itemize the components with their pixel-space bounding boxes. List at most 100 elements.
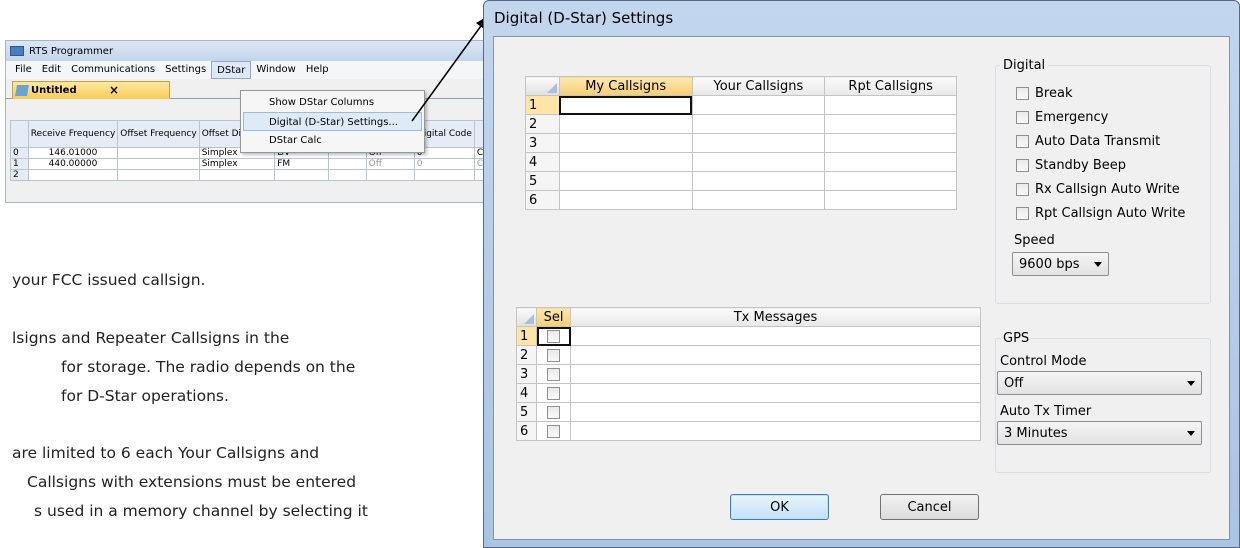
col-sel[interactable]: Sel bbox=[536, 307, 571, 327]
table-row[interactable]: 2 bbox=[525, 114, 957, 134]
rpt-callsign-auto-write-checkbox[interactable] bbox=[1016, 206, 1029, 220]
auto-tx-timer-select[interactable]: 3 Minutes bbox=[997, 421, 1202, 445]
rpt-callsign-cell[interactable] bbox=[824, 152, 957, 172]
row-header[interactable]: 6 bbox=[525, 190, 560, 210]
cell[interactable] bbox=[328, 169, 367, 181]
my-callsign-cell[interactable] bbox=[558, 133, 693, 153]
cell[interactable] bbox=[117, 169, 200, 181]
close-icon[interactable]: × bbox=[109, 83, 119, 97]
cell[interactable] bbox=[198, 169, 276, 181]
row-header[interactable]: 1 bbox=[10, 158, 29, 170]
grid-corner[interactable] bbox=[10, 120, 29, 148]
sel-checkbox[interactable] bbox=[547, 405, 560, 419]
rpt-callsign-cell[interactable] bbox=[824, 114, 957, 134]
col-my-callsigns[interactable]: My Callsigns bbox=[558, 76, 693, 96]
menu-window[interactable]: Window bbox=[251, 61, 300, 79]
control-mode-select[interactable]: Off bbox=[997, 371, 1202, 395]
tx-message-cell[interactable] bbox=[570, 364, 981, 384]
emergency-checkbox[interactable] bbox=[1016, 110, 1029, 124]
menu-help[interactable]: Help bbox=[301, 61, 334, 79]
col-tx-messages[interactable]: Tx Messages bbox=[570, 307, 981, 327]
cell[interactable]: 0 bbox=[413, 158, 475, 170]
cell[interactable]: 440.00000 bbox=[27, 158, 119, 170]
rx-callsign-auto-write-option[interactable]: Rx Callsign Auto Write bbox=[1010, 177, 1210, 201]
menu-item-digital-settings[interactable]: Digital (D-Star) Settings... bbox=[243, 112, 422, 131]
row-header[interactable]: 0 bbox=[10, 147, 29, 159]
speed-select[interactable]: 9600 bps bbox=[1012, 252, 1109, 276]
cell[interactable] bbox=[117, 158, 200, 170]
grid-corner[interactable] bbox=[516, 307, 537, 327]
sel-checkbox[interactable] bbox=[547, 386, 560, 400]
ok-button[interactable]: OK bbox=[730, 494, 829, 520]
grid-corner[interactable] bbox=[525, 76, 560, 96]
my-callsign-cell[interactable] bbox=[558, 171, 693, 191]
row-header[interactable]: 4 bbox=[516, 383, 537, 403]
col-receive-frequency[interactable]: Receive Frequency bbox=[27, 120, 119, 148]
table-row[interactable]: 1 440.00000 Simplex FM Off 0 CQ bbox=[10, 158, 502, 170]
row-header[interactable]: 6 bbox=[516, 421, 537, 441]
rpt-callsign-cell[interactable] bbox=[824, 133, 957, 153]
your-callsign-cell[interactable] bbox=[691, 152, 826, 172]
menu-dstar[interactable]: DStar bbox=[211, 61, 252, 79]
my-callsign-cell[interactable] bbox=[558, 95, 693, 115]
cell[interactable]: Off bbox=[365, 158, 415, 170]
rpt-callsign-auto-write-option[interactable]: Rpt Callsign Auto Write bbox=[1010, 201, 1210, 225]
menu-communications[interactable]: Communications bbox=[66, 61, 160, 79]
rpt-callsign-cell[interactable] bbox=[824, 171, 957, 191]
your-callsign-cell[interactable] bbox=[691, 114, 826, 134]
sel-checkbox[interactable] bbox=[547, 329, 560, 343]
menu-settings[interactable]: Settings bbox=[160, 61, 211, 79]
menu-item-show-dstar-columns[interactable]: Show DStar Columns bbox=[241, 93, 424, 112]
row-header[interactable]: 5 bbox=[525, 171, 560, 191]
your-callsign-cell[interactable] bbox=[691, 171, 826, 191]
row-header[interactable]: 3 bbox=[525, 133, 560, 153]
table-row[interactable]: 3 bbox=[525, 133, 957, 153]
cell[interactable]: FM bbox=[274, 158, 330, 170]
cell[interactable]: Simplex bbox=[198, 158, 276, 170]
row-header[interactable]: 1 bbox=[516, 326, 537, 346]
row-header[interactable]: 1 bbox=[525, 95, 560, 115]
sel-checkbox[interactable] bbox=[547, 424, 560, 438]
sel-checkbox[interactable] bbox=[547, 367, 560, 381]
row-header[interactable]: 2 bbox=[516, 345, 537, 365]
tab-untitled[interactable]: Untitled × bbox=[12, 81, 170, 99]
menu-edit[interactable]: Edit bbox=[37, 61, 66, 79]
table-row[interactable]: 6 bbox=[516, 421, 981, 441]
row-header[interactable]: 2 bbox=[525, 114, 560, 134]
rpt-callsign-cell[interactable] bbox=[824, 190, 957, 210]
rx-callsign-auto-write-checkbox[interactable] bbox=[1016, 182, 1029, 196]
tx-message-cell[interactable] bbox=[570, 345, 981, 365]
sel-checkbox[interactable] bbox=[547, 348, 560, 362]
table-row[interactable]: 2 bbox=[10, 169, 502, 181]
break-option[interactable]: Break bbox=[1010, 81, 1210, 105]
tx-message-cell[interactable] bbox=[570, 383, 981, 403]
table-row[interactable]: 5 bbox=[516, 402, 981, 422]
tx-message-cell[interactable] bbox=[570, 421, 981, 441]
rpt-callsign-cell[interactable] bbox=[824, 95, 957, 115]
auto-data-transmit-option[interactable]: Auto Data Transmit bbox=[1010, 129, 1210, 153]
standby-beep-option[interactable]: Standby Beep bbox=[1010, 153, 1210, 177]
table-row[interactable]: 1 bbox=[516, 326, 981, 346]
my-callsign-cell[interactable] bbox=[558, 190, 693, 210]
row-header[interactable]: 2 bbox=[10, 169, 29, 181]
break-checkbox[interactable] bbox=[1016, 86, 1029, 100]
cell[interactable] bbox=[365, 169, 415, 181]
menu-file[interactable]: File bbox=[10, 61, 37, 79]
col-your-callsigns[interactable]: Your Callsigns bbox=[691, 76, 826, 96]
cell[interactable] bbox=[413, 169, 475, 181]
my-callsign-cell[interactable] bbox=[558, 152, 693, 172]
col-rpt-callsigns[interactable]: Rpt Callsigns bbox=[824, 76, 957, 96]
auto-data-transmit-checkbox[interactable] bbox=[1016, 134, 1029, 148]
tx-message-cell[interactable] bbox=[570, 402, 981, 422]
table-row[interactable]: 6 bbox=[525, 190, 957, 210]
row-header[interactable]: 5 bbox=[516, 402, 537, 422]
your-callsign-cell[interactable] bbox=[691, 95, 826, 115]
cancel-button[interactable]: Cancel bbox=[880, 494, 979, 520]
menu-item-dstar-calc[interactable]: DStar Calc bbox=[241, 131, 424, 150]
my-callsign-cell[interactable] bbox=[558, 114, 693, 134]
table-row[interactable]: 4 bbox=[516, 383, 981, 403]
cell[interactable] bbox=[328, 158, 367, 170]
table-row[interactable]: 1 bbox=[525, 95, 957, 115]
col-offset-frequency[interactable]: Offset Frequency bbox=[117, 120, 200, 148]
emergency-option[interactable]: Emergency bbox=[1010, 105, 1210, 129]
